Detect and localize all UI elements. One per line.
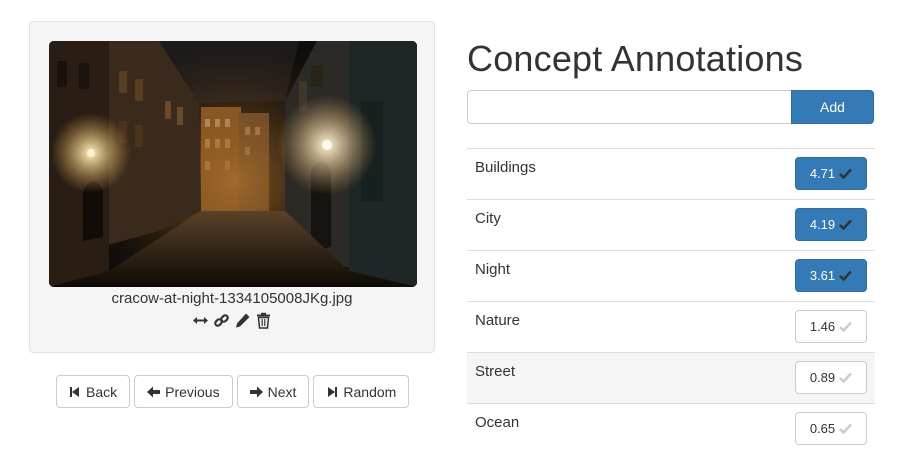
concept-score: 1.46 <box>809 319 836 334</box>
concept-row: Ocean 0.65 <box>467 403 875 454</box>
concept-score: 3.61 <box>809 268 836 283</box>
concept-score-button[interactable]: 0.89 <box>795 361 867 394</box>
edit-icon[interactable] <box>234 312 251 329</box>
random-button[interactable]: Random <box>313 375 410 408</box>
concept-list: Buildings 4.71 City 4.19 Night 3.61 Nature 1.46… <box>467 148 875 454</box>
concept-label: Night <box>475 261 511 278</box>
concept-score: 0.65 <box>809 421 836 436</box>
concept-input[interactable] <box>467 90 791 124</box>
arrow-left-icon <box>147 386 161 397</box>
concept-label: City <box>475 210 501 227</box>
check-icon <box>839 321 853 332</box>
add-button[interactable]: Add <box>791 90 874 124</box>
concept-row: Nature 1.46 <box>467 301 875 352</box>
concept-label: Street <box>475 363 516 380</box>
concept-row: City 4.19 <box>467 199 875 250</box>
link-icon[interactable] <box>213 312 230 329</box>
previous-button[interactable]: Previous <box>134 375 233 408</box>
arrow-right-icon <box>249 386 263 397</box>
step-forward-icon <box>328 386 338 397</box>
previous-label: Previous <box>165 383 220 400</box>
concept-score: 4.71 <box>809 166 836 181</box>
random-label: Random <box>343 383 397 400</box>
concept-label: Ocean <box>475 414 520 431</box>
concept-label: Buildings <box>475 159 536 176</box>
check-icon <box>839 270 853 281</box>
concept-score: 0.89 <box>809 370 836 385</box>
check-icon <box>839 372 853 383</box>
concept-score-button[interactable]: 1.46 <box>795 310 867 343</box>
photo <box>49 41 417 287</box>
concept-score-button[interactable]: 4.19 <box>795 208 867 241</box>
image-panel: cracow-at-night-1334105008JKg.jpg <box>29 21 435 353</box>
page-title: Concept Annotations <box>467 38 804 79</box>
image-filename: cracow-at-night-1334105008JKg.jpg <box>111 290 353 307</box>
step-backward-icon <box>70 386 79 397</box>
delete-icon[interactable] <box>255 312 272 329</box>
image-navigation: Back Previous Next Random <box>56 375 410 408</box>
concept-label: Nature <box>475 312 521 329</box>
add-concept-form: Add <box>467 90 874 124</box>
check-icon <box>839 168 853 179</box>
check-icon <box>839 219 853 230</box>
concept-score-button[interactable]: 0.65 <box>795 412 867 445</box>
street-photo <box>49 41 417 287</box>
concept-score-button[interactable]: 4.71 <box>795 157 867 190</box>
concept-score: 4.19 <box>809 217 836 232</box>
back-button[interactable]: Back <box>56 375 131 408</box>
concept-row: Street 0.89 <box>467 352 875 403</box>
concept-row: Night 3.61 <box>467 250 875 301</box>
concept-score-button[interactable]: 3.61 <box>795 259 867 292</box>
next-label: Next <box>267 383 297 400</box>
image-tools <box>30 312 434 329</box>
concept-row: Buildings 4.71 <box>467 148 875 199</box>
next-button[interactable]: Next <box>236 375 310 408</box>
back-label: Back <box>86 383 118 400</box>
check-icon <box>839 423 853 434</box>
resize-icon[interactable] <box>192 312 209 329</box>
